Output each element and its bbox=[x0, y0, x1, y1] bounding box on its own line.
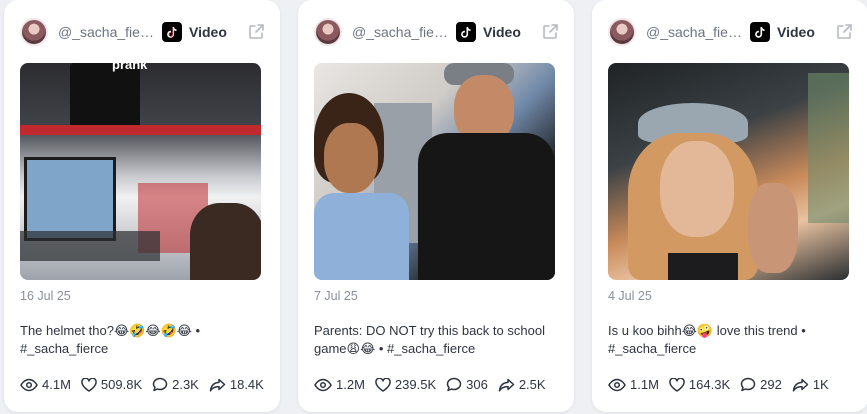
views-count: 4.1M bbox=[42, 377, 71, 392]
post-stats: 4.1M 509.8K 2.3K 18.4K bbox=[20, 377, 274, 392]
comments-count: 306 bbox=[466, 377, 488, 392]
post-card[interactable]: @_sacha_fierce Video 4 Jul 25 Is u koo b… bbox=[592, 0, 867, 412]
likes-stat: 164.3K bbox=[669, 377, 730, 392]
eye-icon bbox=[314, 378, 332, 391]
comments-count: 2.3K bbox=[172, 377, 199, 392]
account-handle[interactable]: @_sacha_fierce bbox=[352, 24, 450, 40]
platform-label: Video bbox=[777, 24, 815, 40]
views-count: 1.1M bbox=[630, 377, 659, 392]
comment-icon bbox=[152, 377, 168, 392]
post-caption: Is u koo bihh😂🤪 love this trend • #_sach… bbox=[608, 323, 806, 356]
likes-count: 239.5K bbox=[394, 377, 437, 392]
avatar[interactable] bbox=[608, 18, 636, 46]
thumbnail-overlay-text: prank bbox=[112, 63, 148, 72]
shares-count: 18.4K bbox=[229, 377, 264, 392]
post-card[interactable]: @_sacha_fierce Video prank 16 Jul 25 The… bbox=[4, 0, 280, 412]
avatar[interactable] bbox=[314, 18, 342, 46]
comments-count: 292 bbox=[760, 377, 782, 392]
heart-icon bbox=[669, 377, 685, 392]
external-link-icon[interactable] bbox=[834, 22, 854, 42]
post-date: 16 Jul 25 bbox=[20, 289, 71, 303]
comments-stat: 292 bbox=[740, 377, 782, 392]
likes-stat: 239.5K bbox=[375, 377, 436, 392]
video-thumbnail[interactable] bbox=[314, 63, 555, 280]
share-icon bbox=[498, 378, 515, 392]
shares-count: 2.5K bbox=[518, 377, 546, 392]
views-stat: 4.1M bbox=[20, 377, 71, 392]
post-stats: 1.1M 164.3K 292 1K bbox=[608, 377, 839, 392]
views-count: 1.2M bbox=[336, 377, 365, 392]
tiktok-icon bbox=[162, 22, 182, 42]
platform-label: Video bbox=[483, 24, 521, 40]
post-header: @_sacha_fierce Video bbox=[20, 17, 266, 47]
likes-stat: 509.8K bbox=[81, 377, 142, 392]
share-icon bbox=[209, 378, 226, 392]
shares-stat: 18.4K bbox=[209, 377, 264, 392]
views-stat: 1.2M bbox=[314, 377, 365, 392]
tiktok-icon bbox=[750, 22, 770, 42]
post-date: 7 Jul 25 bbox=[314, 289, 358, 303]
eye-icon bbox=[20, 378, 38, 391]
platform-label: Video bbox=[189, 24, 227, 40]
post-card[interactable]: @_sacha_fierce Video 7 Jul 25 Parents: D… bbox=[298, 0, 574, 412]
comments-stat: 2.3K bbox=[152, 377, 199, 392]
comment-icon bbox=[740, 377, 756, 392]
shares-count: 1K bbox=[812, 377, 829, 392]
external-link-icon[interactable] bbox=[540, 22, 560, 42]
post-stats: 1.2M 239.5K 306 2.5K bbox=[314, 377, 556, 392]
video-thumbnail[interactable] bbox=[608, 63, 849, 280]
share-icon bbox=[792, 378, 809, 392]
post-caption: The helmet tho?😂🤣😂🤣😂 • #_sacha_fierce bbox=[20, 323, 201, 356]
eye-icon bbox=[608, 378, 626, 391]
external-link-icon[interactable] bbox=[246, 22, 266, 42]
heart-icon bbox=[81, 377, 97, 392]
post-header: @_sacha_fierce Video bbox=[314, 17, 560, 47]
comments-stat: 306 bbox=[446, 377, 488, 392]
post-caption: Parents: DO NOT try this back to school … bbox=[314, 323, 545, 356]
shares-stat: 1K bbox=[792, 377, 829, 392]
post-date: 4 Jul 25 bbox=[608, 289, 652, 303]
likes-count: 509.8K bbox=[100, 377, 143, 392]
views-stat: 1.1M bbox=[608, 377, 659, 392]
account-handle[interactable]: @_sacha_fierce bbox=[58, 24, 156, 40]
post-header: @_sacha_fierce Video bbox=[608, 17, 854, 47]
heart-icon bbox=[375, 377, 391, 392]
shares-stat: 2.5K bbox=[498, 377, 546, 392]
account-handle[interactable]: @_sacha_fierce bbox=[646, 24, 744, 40]
tiktok-icon bbox=[456, 22, 476, 42]
comment-icon bbox=[446, 377, 462, 392]
likes-count: 164.3K bbox=[688, 377, 731, 392]
avatar[interactable] bbox=[20, 18, 48, 46]
video-thumbnail[interactable]: prank bbox=[20, 63, 261, 280]
